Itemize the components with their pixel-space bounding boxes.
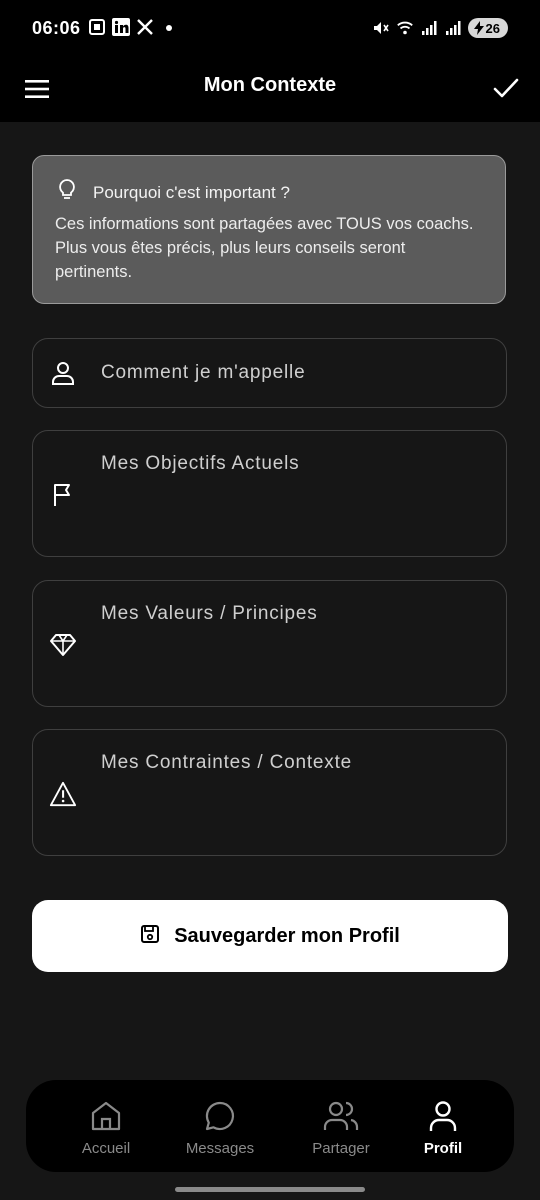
home-icon xyxy=(88,1098,124,1134)
status-left-icons xyxy=(88,18,178,36)
info-title-row: Pourquoi c'est important ? xyxy=(57,178,290,207)
constraints-field-placeholder: Mes Contraintes / Contexte xyxy=(101,752,353,773)
constraints-field[interactable]: Mes Contraintes / Contexte xyxy=(32,729,507,856)
confirm-button[interactable] xyxy=(492,74,520,102)
status-time: 06:06 xyxy=(32,18,81,38)
save-icon xyxy=(140,924,160,949)
values-field-placeholder: Mes Valeurs / Principes xyxy=(101,603,318,624)
values-field[interactable]: Mes Valeurs / Principes xyxy=(32,580,507,707)
message-icon xyxy=(202,1098,238,1134)
battery-level: 26 xyxy=(485,20,500,36)
screenshot-icon xyxy=(88,18,106,36)
info-body: Ces informations sont partagées avec TOU… xyxy=(55,215,474,281)
name-field[interactable]: Comment je m'appelle xyxy=(32,338,507,408)
name-field-placeholder: Comment je m'appelle xyxy=(101,362,306,383)
dot-icon xyxy=(160,18,178,36)
wifi-icon xyxy=(396,19,414,37)
nav-item-profil[interactable]: Profil xyxy=(403,1080,483,1172)
info-title: Pourquoi c'est important ? xyxy=(93,182,290,202)
nav-item-messages[interactable]: Messages xyxy=(180,1080,260,1172)
page-title: Mon Contexte xyxy=(203,74,337,96)
nav-item-accueil[interactable]: Accueil xyxy=(66,1080,146,1172)
save-profile-label: Sauvegarder mon Profil xyxy=(174,924,400,947)
nav-label-profil: Profil xyxy=(423,1140,463,1157)
users-icon xyxy=(323,1098,359,1134)
profile-icon xyxy=(425,1098,461,1134)
bottom-nav: Accueil Messages Partager Profil xyxy=(26,1080,514,1172)
check-icon xyxy=(493,78,519,98)
info-card: Pourquoi c'est important ? Ces informati… xyxy=(32,155,506,304)
lightbulb-icon xyxy=(57,178,77,207)
battery-icon: 26 xyxy=(467,18,508,38)
warning-icon xyxy=(49,780,77,808)
mute-icon xyxy=(372,19,390,37)
objectives-field-placeholder: Mes Objectifs Actuels xyxy=(101,453,300,474)
nav-label-accueil: Accueil xyxy=(81,1140,131,1157)
save-profile-button[interactable]: Sauvegarder mon Profil xyxy=(32,900,508,972)
x-icon xyxy=(136,18,154,36)
nav-label-messages: Messages xyxy=(185,1140,255,1157)
linkedin-icon xyxy=(112,18,130,36)
flag-icon xyxy=(49,481,77,509)
home-indicator[interactable] xyxy=(175,1187,365,1192)
app-bar: Mon Contexte xyxy=(0,60,540,122)
nav-item-partager[interactable]: Partager xyxy=(301,1080,381,1172)
diamond-icon xyxy=(49,631,77,659)
status-bar: 06:06 26 xyxy=(0,0,540,60)
objectives-field[interactable]: Mes Objectifs Actuels xyxy=(32,430,507,557)
signal-icon xyxy=(444,19,462,37)
nav-label-partager: Partager xyxy=(312,1140,370,1157)
status-right-icons: 26 xyxy=(372,18,508,38)
user-icon xyxy=(49,359,77,387)
signal-icon xyxy=(420,19,438,37)
